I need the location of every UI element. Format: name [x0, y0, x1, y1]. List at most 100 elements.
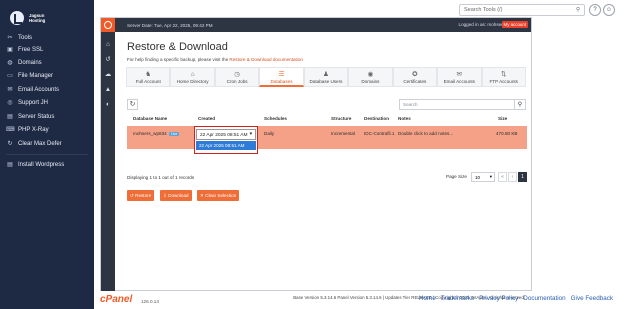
- download-button[interactable]: ⇩ Download: [160, 190, 192, 201]
- page-1-button[interactable]: 1: [518, 172, 527, 182]
- database-icon: ☰: [278, 71, 285, 78]
- tab-label: Databases: [270, 79, 293, 84]
- clear-selection-button[interactable]: ✕ Clear Selection: [197, 190, 240, 201]
- sidebar-item-label: Domains: [18, 59, 42, 66]
- live-badge: Live: [168, 132, 180, 136]
- page-size-select[interactable]: 10 ▾: [471, 172, 495, 182]
- created-selected-value: 22 Apr 2025 08:51 AM: [200, 132, 248, 138]
- table-header: Database Name Created Schedules Structur…: [127, 116, 527, 124]
- footer-link-privacy-policy[interactable]: Privacy Policy: [479, 295, 518, 302]
- tab-email-accounts[interactable]: ✉ Email Accounts: [437, 67, 482, 87]
- sidebar-item-php-x-ray[interactable]: ⌨ PHP X-Ray: [6, 126, 49, 134]
- help-doc-link[interactable]: Restore & Download documentation: [229, 57, 303, 62]
- cpanel-version: 126.0.14: [141, 299, 159, 304]
- sidebar-divider: [6, 154, 88, 155]
- logged-in-as: Logged in as: mohsers: [458, 22, 505, 27]
- cycle-icon: ↻: [7, 141, 13, 147]
- refresh-button[interactable]: ↻: [127, 99, 138, 110]
- server-date: Server Date: Tue, Apr 22, 2025, 09:42 PM: [127, 22, 213, 28]
- footer-link-home[interactable]: Home: [419, 295, 436, 302]
- warning-icon[interactable]: ▲: [104, 86, 112, 94]
- footer-links: Home Trademarks Privacy Policy Documenta…: [419, 295, 613, 302]
- clear-label: Clear Selection: [205, 193, 237, 198]
- column-header[interactable]: Created: [198, 116, 215, 121]
- backup-tabs: ♞ Full Account ⌂ Home Directory ◷ Cron Jobs…: [126, 67, 526, 87]
- cpanel-footer: cPanel 126.0.14 Home Trademarks Privacy …: [0, 291, 624, 309]
- sidebar-item-email-accounts[interactable]: ✉ Email Accounts: [6, 86, 60, 94]
- sidebar-item-label: Support JH: [18, 99, 49, 106]
- tab-full-account[interactable]: ♞ Full Account: [126, 67, 171, 87]
- column-header[interactable]: Size: [498, 116, 507, 121]
- tab-domains[interactable]: ◉ Domains: [348, 67, 393, 87]
- database-name-cell: mohsers_wp834 Live: [133, 131, 180, 136]
- sidebar-item-tools[interactable]: ✂ Tools: [6, 34, 32, 42]
- sidebar-item-install-wordpress[interactable]: ▤ Install Wordpress: [6, 161, 65, 169]
- help-icon[interactable]: ?: [589, 4, 601, 16]
- cpanel-logo[interactable]: cPanel: [100, 294, 132, 305]
- tab-label: Cron Jobs: [226, 79, 248, 84]
- sidebar-item-support-jh[interactable]: ◎ Support JH: [6, 99, 49, 107]
- sidebar-item-free-ssl[interactable]: ▣ Free SSL: [6, 46, 44, 54]
- created-select[interactable]: 22 Apr 2025 08:51 AM ▾: [196, 129, 256, 140]
- tab-databases[interactable]: ☰ Databases: [259, 67, 304, 87]
- table-search-input[interactable]: Search: [399, 99, 515, 110]
- search-icon: ⚲: [517, 102, 523, 108]
- sidebar-item-label: Free SSL: [18, 46, 44, 53]
- refresh-icon: ↻: [129, 101, 136, 108]
- table-search-button[interactable]: ⚲: [514, 99, 526, 110]
- help-text: For help finding a specific backup, plea…: [127, 57, 303, 62]
- notes-cell[interactable]: Double click to add notes...: [398, 131, 453, 136]
- prev-page-button[interactable]: ‹: [508, 172, 517, 182]
- code-icon: ⌨: [6, 127, 15, 133]
- tab-ftp-accounts[interactable]: ⇅ FTP Accounts: [481, 67, 526, 87]
- table-row[interactable]: mohsers_wp834 Live Daily Incremental IDC-…: [127, 126, 527, 154]
- footer-link-trademarks[interactable]: Trademarks: [441, 295, 474, 302]
- sidebar-item-clear-max-defer[interactable]: ↻ Clear Max Defer: [6, 140, 61, 148]
- search-input[interactable]: Search Tools (/) ⚲: [459, 4, 585, 16]
- globe-icon: ◍: [7, 60, 13, 66]
- user-icon[interactable]: ☺: [603, 4, 615, 16]
- first-page-button[interactable]: «: [498, 172, 507, 182]
- structure-cell: Incremental: [331, 131, 356, 136]
- domain-icon: ◉: [367, 71, 374, 78]
- sidebar-item-label: Email Accounts: [18, 86, 60, 93]
- sidebar-item-server-status[interactable]: ▤ Server Status: [6, 113, 54, 121]
- database-name: mohsers_wp834: [133, 131, 167, 136]
- restore-button[interactable]: ↺ Restore: [127, 190, 155, 201]
- sidebar-item-domains[interactable]: ◍ Domains: [6, 59, 42, 67]
- ftp-icon: ⇅: [500, 71, 507, 78]
- users-icon: ♟: [323, 71, 329, 78]
- clock-icon: ◷: [234, 71, 240, 78]
- brand-logo[interactable]: Jagsun Hosting: [10, 9, 80, 27]
- created-dropdown-option[interactable]: 22 Apr 2025 08:51 AM: [196, 141, 256, 150]
- footer-link-give-feedback[interactable]: Give Feedback: [571, 295, 613, 302]
- sidebar-item-label: Install Wordpress: [18, 161, 65, 168]
- column-header[interactable]: Database Name: [133, 116, 167, 121]
- chevron-down-icon: ▾: [489, 174, 492, 179]
- column-header[interactable]: Destination: [364, 116, 389, 121]
- tab-certificates[interactable]: ✪ Certificates: [392, 67, 438, 87]
- restore-icon[interactable]: ↺: [104, 56, 112, 64]
- wrench-icon: ✂: [7, 35, 13, 41]
- my-account-button[interactable]: My account: [501, 21, 528, 28]
- settings-icon[interactable]: ◐: [104, 101, 112, 109]
- sidebar-item-file-manager[interactable]: ▭ File Manager: [6, 72, 53, 80]
- support-icon: ◎: [7, 100, 13, 106]
- column-header[interactable]: Schedules: [264, 116, 287, 121]
- sidebar: Jagsun Hosting ✂ Tools ▣ Free SSL ◍ Domains …: [0, 0, 94, 309]
- tab-label: Database Users: [309, 79, 343, 84]
- tab-cron-jobs[interactable]: ◷ Cron Jobs: [214, 67, 260, 87]
- column-header[interactable]: Structure: [331, 116, 351, 121]
- jetbackup-logo-icon[interactable]: [101, 18, 115, 32]
- column-header[interactable]: Notes: [398, 116, 411, 121]
- home-icon: ⌂: [190, 71, 195, 78]
- mail-icon: ✉: [456, 71, 462, 78]
- tab-home-directory[interactable]: ⌂ Home Directory: [170, 67, 215, 87]
- tab-label: FTP Accounts: [489, 79, 518, 84]
- lock-icon: ▣: [7, 47, 13, 53]
- tab-database-users[interactable]: ♟ Database Users: [303, 67, 349, 87]
- cloud-icon[interactable]: ☁: [104, 71, 112, 79]
- jetbackup-panel: Server Date: Tue, Apr 22, 2025, 09:42 PM…: [100, 17, 532, 300]
- footer-link-documentation[interactable]: Documentation: [523, 295, 565, 302]
- home-icon[interactable]: ⌂: [104, 41, 112, 49]
